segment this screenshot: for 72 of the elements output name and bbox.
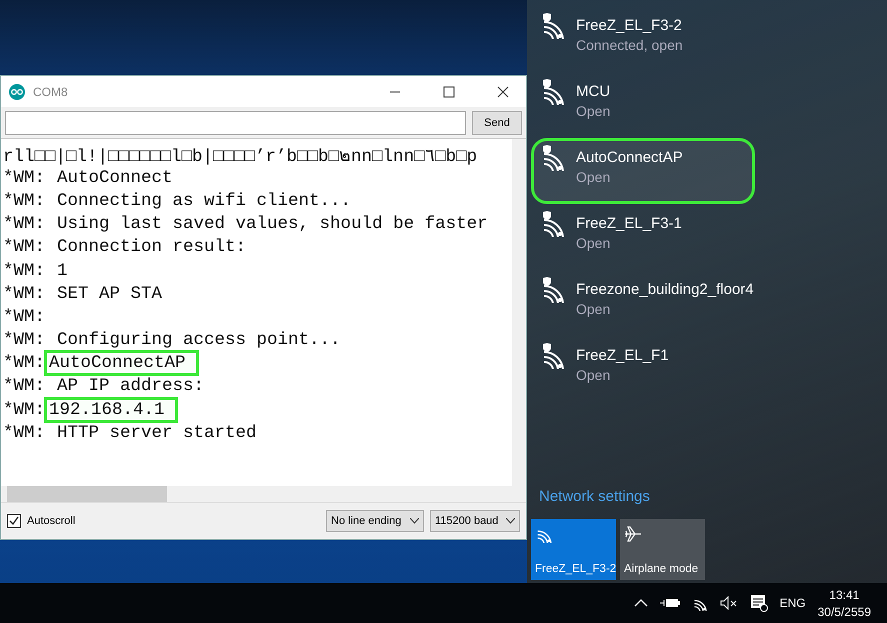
caret-icon — [506, 518, 515, 524]
network-status: Open — [576, 169, 612, 185]
output-prefix: *WM: — [3, 284, 46, 304]
output-text: Configuring access point... — [57, 330, 341, 350]
wifi-shield-icon — [540, 343, 566, 369]
wifi-shield-icon — [540, 211, 566, 237]
network-status: Connected, open — [576, 37, 683, 53]
muted-speaker-icon[interactable] — [720, 596, 738, 610]
output-text: AutoConnect — [57, 168, 173, 188]
quick-action-tile[interactable]: Airplane mode — [620, 519, 705, 580]
output-prefix: *WM: — [3, 168, 46, 188]
battery-plug-icon[interactable] — [660, 597, 680, 609]
serial-input-field[interactable] — [5, 111, 466, 135]
output-prefix: *WM: — [3, 353, 46, 374]
caret-icon — [410, 518, 419, 524]
app-logo-icon — [9, 84, 25, 100]
network-settings-link[interactable]: Network settings — [531, 488, 887, 505]
output-text: Connecting as wifi client... — [57, 190, 352, 211]
line-ending-dropdown[interactable]: No line ending — [326, 510, 424, 532]
airplane-icon — [624, 525, 642, 543]
output-prefix: *WM: — [3, 422, 46, 443]
network-status: Open — [576, 301, 612, 317]
network-name: FreeZ_EL_F1 — [576, 347, 669, 364]
scrollbar-thumb[interactable] — [7, 486, 167, 502]
wifi-shield-icon — [540, 79, 566, 105]
output-prefix: *WM: — [3, 306, 46, 327]
quick-action-tile[interactable]: FreeZ_EL_F3-2 — [531, 519, 616, 580]
network-name: FreeZ_EL_F3-1 — [576, 215, 682, 232]
autoscroll-checkbox[interactable] — [7, 514, 21, 528]
network-item[interactable]: MCU Open — [531, 72, 755, 138]
output-prefix: *WM: — [3, 237, 46, 258]
highlighted-output-text: 192.168.4.1 — [47, 400, 175, 420]
wifi-shield-icon — [540, 145, 566, 171]
network-status: Open — [576, 367, 612, 383]
output-prefix: *WM: — [3, 400, 46, 420]
output-text: Connection result: — [57, 237, 246, 258]
output-prefix: *WM: — [3, 260, 46, 281]
output-text: 1 — [57, 260, 68, 281]
autoscroll-label: Autoscroll — [27, 515, 76, 527]
window-title: COM8 — [33, 84, 69, 98]
output-text: AP IP address: — [57, 376, 204, 396]
output-text: Using last saved values, should be faster — [57, 214, 488, 234]
notification-icon[interactable] — [750, 594, 768, 612]
wifi-shield-icon — [540, 277, 566, 303]
network-item[interactable]: FreeZ_EL_F3-1 Open — [531, 204, 755, 270]
highlighted-output-text: AutoConnectAP — [47, 353, 196, 374]
network-status: Open — [576, 103, 610, 119]
network-name: AutoConnectAP — [576, 149, 683, 166]
output-text: SET AP STA — [57, 284, 162, 304]
network-item[interactable]: FreeZ_EL_F3-2 Connected, open — [531, 6, 755, 72]
output-prefix: *WM: — [3, 190, 46, 211]
language-indicator[interactable]: ENG — [780, 596, 806, 610]
network-status: Open — [576, 235, 612, 251]
network-item[interactable]: AutoConnectAP Open — [531, 138, 755, 204]
output-prefix: *WM: — [3, 214, 46, 234]
output-prefix: *WM: — [3, 330, 46, 350]
baud-rate-dropdown[interactable]: 115200 baud — [430, 510, 520, 532]
output-prefix: *WM: — [3, 376, 46, 396]
network-name: Freezone_building2_floor4 — [576, 281, 754, 298]
network-item[interactable]: Freezone_building2_floor4 Open — [531, 270, 769, 336]
maximize-icon — [443, 86, 455, 98]
network-name: MCU — [576, 83, 610, 100]
network-name: FreeZ_EL_F3-2 — [576, 17, 683, 34]
vertical-scrollbar[interactable] — [512, 139, 526, 486]
network-item[interactable]: FreeZ_EL_F1 Open — [531, 336, 755, 402]
close-icon — [497, 86, 509, 98]
send-button[interactable]: Send — [472, 111, 522, 135]
garbled-output-text: rll□□|□l!|□□□□□□l□b|□□□□’r’b□□b□๒nn□lnn□٦□b□p — [3, 146, 478, 169]
clock[interactable]: 13:41 30/5/2559 — [818, 588, 871, 618]
chevron-up-icon[interactable] — [634, 598, 648, 608]
output-text: HTTP server started — [57, 422, 257, 443]
wifi-shield-icon — [540, 13, 566, 39]
